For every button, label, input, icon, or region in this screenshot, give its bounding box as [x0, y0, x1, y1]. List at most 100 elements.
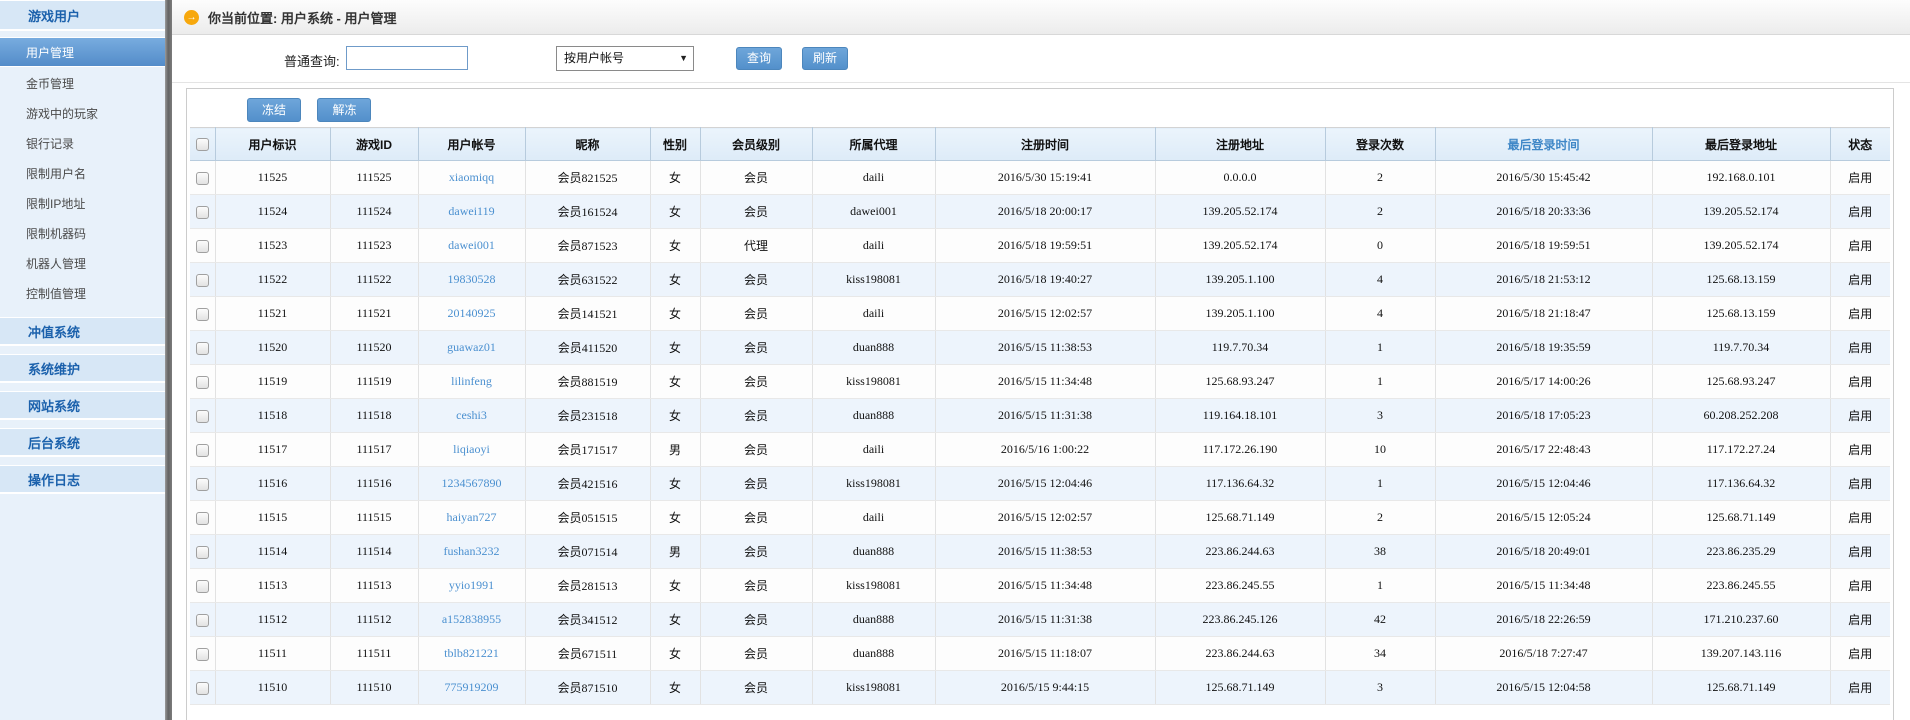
cell-用户标识: 11520 — [215, 331, 330, 365]
cell-注册时间: 2016/5/15 12:02:57 — [935, 501, 1155, 535]
column-header-最后登录时间[interactable]: 最后登录时间 — [1435, 128, 1652, 161]
sidebar-section-冲值系统[interactable]: 冲值系统 — [0, 317, 165, 346]
cell-用户帐号[interactable]: a152838955 — [418, 603, 525, 637]
column-header-注册时间[interactable]: 注册时间 — [935, 128, 1155, 161]
cell-用户帐号[interactable]: fushan3232 — [418, 535, 525, 569]
cell-最后登录地址: 139.205.52.174 — [1652, 229, 1830, 263]
cell-性别: 女 — [650, 161, 700, 195]
sidebar-section-后台系统[interactable]: 后台系统 — [0, 428, 165, 457]
cell-会员级别: 会员 — [700, 467, 812, 501]
cell-最后登录时间: 2016/5/18 17:05:23 — [1435, 399, 1652, 433]
row-checkbox[interactable] — [196, 546, 209, 559]
cell-用户帐号[interactable]: 20140925 — [418, 297, 525, 331]
row-checkbox[interactable] — [196, 274, 209, 287]
cell-用户帐号[interactable]: dawei001 — [418, 229, 525, 263]
sidebar-item-银行记录[interactable]: 银行记录 — [0, 129, 165, 159]
cell-用户帐号[interactable]: tblb821221 — [418, 637, 525, 671]
column-header-用户帐号[interactable]: 用户帐号 — [418, 128, 525, 161]
row-checkbox[interactable] — [196, 444, 209, 457]
cell-最后登录地址: 171.210.237.60 — [1652, 603, 1830, 637]
sidebar-section-操作日志[interactable]: 操作日志 — [0, 465, 165, 494]
cell-昵称: 会员071514 — [525, 535, 650, 569]
column-header-会员级别[interactable]: 会员级别 — [700, 128, 812, 161]
cell-最后登录时间: 2016/5/18 20:49:01 — [1435, 535, 1652, 569]
row-checkbox[interactable] — [196, 342, 209, 355]
cell-用户帐号[interactable]: 19830528 — [418, 263, 525, 297]
row-checkbox[interactable] — [196, 206, 209, 219]
row-checkbox[interactable] — [196, 648, 209, 661]
sidebar-section-网站系统[interactable]: 网站系统 — [0, 391, 165, 420]
row-checkbox[interactable] — [196, 410, 209, 423]
row-checkbox[interactable] — [196, 240, 209, 253]
sidebar-item-控制值管理[interactable]: 控制值管理 — [0, 279, 165, 309]
cell-用户帐号[interactable]: haiyan727 — [418, 501, 525, 535]
cell-最后登录地址: 117.136.64.32 — [1652, 467, 1830, 501]
column-header-昵称[interactable]: 昵称 — [525, 128, 650, 161]
row-checkbox[interactable] — [196, 512, 209, 525]
sidebar-item-限制IP地址[interactable]: 限制IP地址 — [0, 189, 165, 219]
row-checkbox[interactable] — [196, 308, 209, 321]
cell-登录次数: 2 — [1325, 501, 1435, 535]
cell-所属代理: daili — [812, 161, 935, 195]
row-checkbox[interactable] — [196, 682, 209, 695]
sidebar: 游戏用户用户管理金币管理游戏中的玩家银行记录限制用户名限制IP地址限制机器码机器… — [0, 0, 165, 720]
unfreeze-button[interactable]: 解冻 — [317, 98, 371, 122]
column-header-登录次数[interactable]: 登录次数 — [1325, 128, 1435, 161]
cell-用户帐号[interactable]: xiaomiqq — [418, 161, 525, 195]
column-header-游戏ID[interactable]: 游戏ID — [330, 128, 418, 161]
search-type-select[interactable]: 按用户帐号 ▼ — [556, 46, 694, 71]
cell-最后登录时间: 2016/5/18 22:26:59 — [1435, 603, 1652, 637]
row-checkbox[interactable] — [196, 478, 209, 491]
cell-最后登录地址: 125.68.93.247 — [1652, 365, 1830, 399]
table-row: 11515111515haiyan727会员051515女会员daili2016… — [190, 501, 1890, 535]
cell-登录次数: 4 — [1325, 297, 1435, 331]
cell-游戏ID: 111514 — [330, 535, 418, 569]
select-all-checkbox[interactable] — [196, 138, 209, 151]
column-header-状态[interactable]: 状态 — [1830, 128, 1890, 161]
cell-用户帐号[interactable]: lilinfeng — [418, 365, 525, 399]
column-header-注册地址[interactable]: 注册地址 — [1155, 128, 1325, 161]
sidebar-section-系统维护[interactable]: 系统维护 — [0, 354, 165, 383]
freeze-button[interactable]: 冻结 — [247, 98, 301, 122]
column-header-性别[interactable]: 性别 — [650, 128, 700, 161]
cell-用户标识: 11510 — [215, 671, 330, 705]
query-button[interactable]: 查询 — [736, 47, 782, 70]
cell-最后登录时间: 2016/5/15 11:34:48 — [1435, 569, 1652, 603]
search-input[interactable] — [346, 46, 468, 70]
search-type-selected-value: 按用户帐号 — [564, 51, 624, 65]
cell-用户帐号[interactable]: dawei119 — [418, 195, 525, 229]
cell-状态: 启用 — [1830, 467, 1890, 501]
cell-最后登录时间: 2016/5/15 12:04:58 — [1435, 671, 1652, 705]
sidebar-item-用户管理[interactable]: 用户管理 — [0, 37, 165, 67]
cell-状态: 启用 — [1830, 297, 1890, 331]
column-header-用户标识[interactable]: 用户标识 — [215, 128, 330, 161]
sidebar-item-限制用户名[interactable]: 限制用户名 — [0, 159, 165, 189]
sidebar-item-金币管理[interactable]: 金币管理 — [0, 69, 165, 99]
column-header-所属代理[interactable]: 所属代理 — [812, 128, 935, 161]
row-checkbox[interactable] — [196, 614, 209, 627]
cell-游戏ID: 111511 — [330, 637, 418, 671]
sidebar-divider[interactable] — [165, 0, 172, 720]
cell-状态: 启用 — [1830, 229, 1890, 263]
sidebar-item-限制机器码[interactable]: 限制机器码 — [0, 219, 165, 249]
cell-昵称: 会员631522 — [525, 263, 650, 297]
row-checkbox[interactable] — [196, 172, 209, 185]
row-checkbox[interactable] — [196, 376, 209, 389]
row-checkbox[interactable] — [196, 580, 209, 593]
cell-用户帐号[interactable]: 1234567890 — [418, 467, 525, 501]
cell-用户帐号[interactable]: ceshi3 — [418, 399, 525, 433]
cell-注册时间: 2016/5/15 11:38:53 — [935, 535, 1155, 569]
cell-用户帐号[interactable]: yyio1991 — [418, 569, 525, 603]
cell-会员级别: 代理 — [700, 229, 812, 263]
cell-用户帐号[interactable]: liqiaoyi — [418, 433, 525, 467]
sidebar-item-机器人管理[interactable]: 机器人管理 — [0, 249, 165, 279]
cell-用户帐号[interactable]: 775919209 — [418, 671, 525, 705]
refresh-button[interactable]: 刷新 — [802, 47, 848, 70]
users-table: 用户标识游戏ID用户帐号昵称性别会员级别所属代理注册时间注册地址登录次数最后登录… — [190, 127, 1890, 705]
search-label: 普通查询: — [284, 51, 340, 70]
cell-用户标识: 11519 — [215, 365, 330, 399]
cell-用户帐号[interactable]: guawaz01 — [418, 331, 525, 365]
column-header-最后登录地址[interactable]: 最后登录地址 — [1652, 128, 1830, 161]
sidebar-item-游戏中的玩家[interactable]: 游戏中的玩家 — [0, 99, 165, 129]
sidebar-section-游戏用户[interactable]: 游戏用户 — [0, 0, 165, 31]
